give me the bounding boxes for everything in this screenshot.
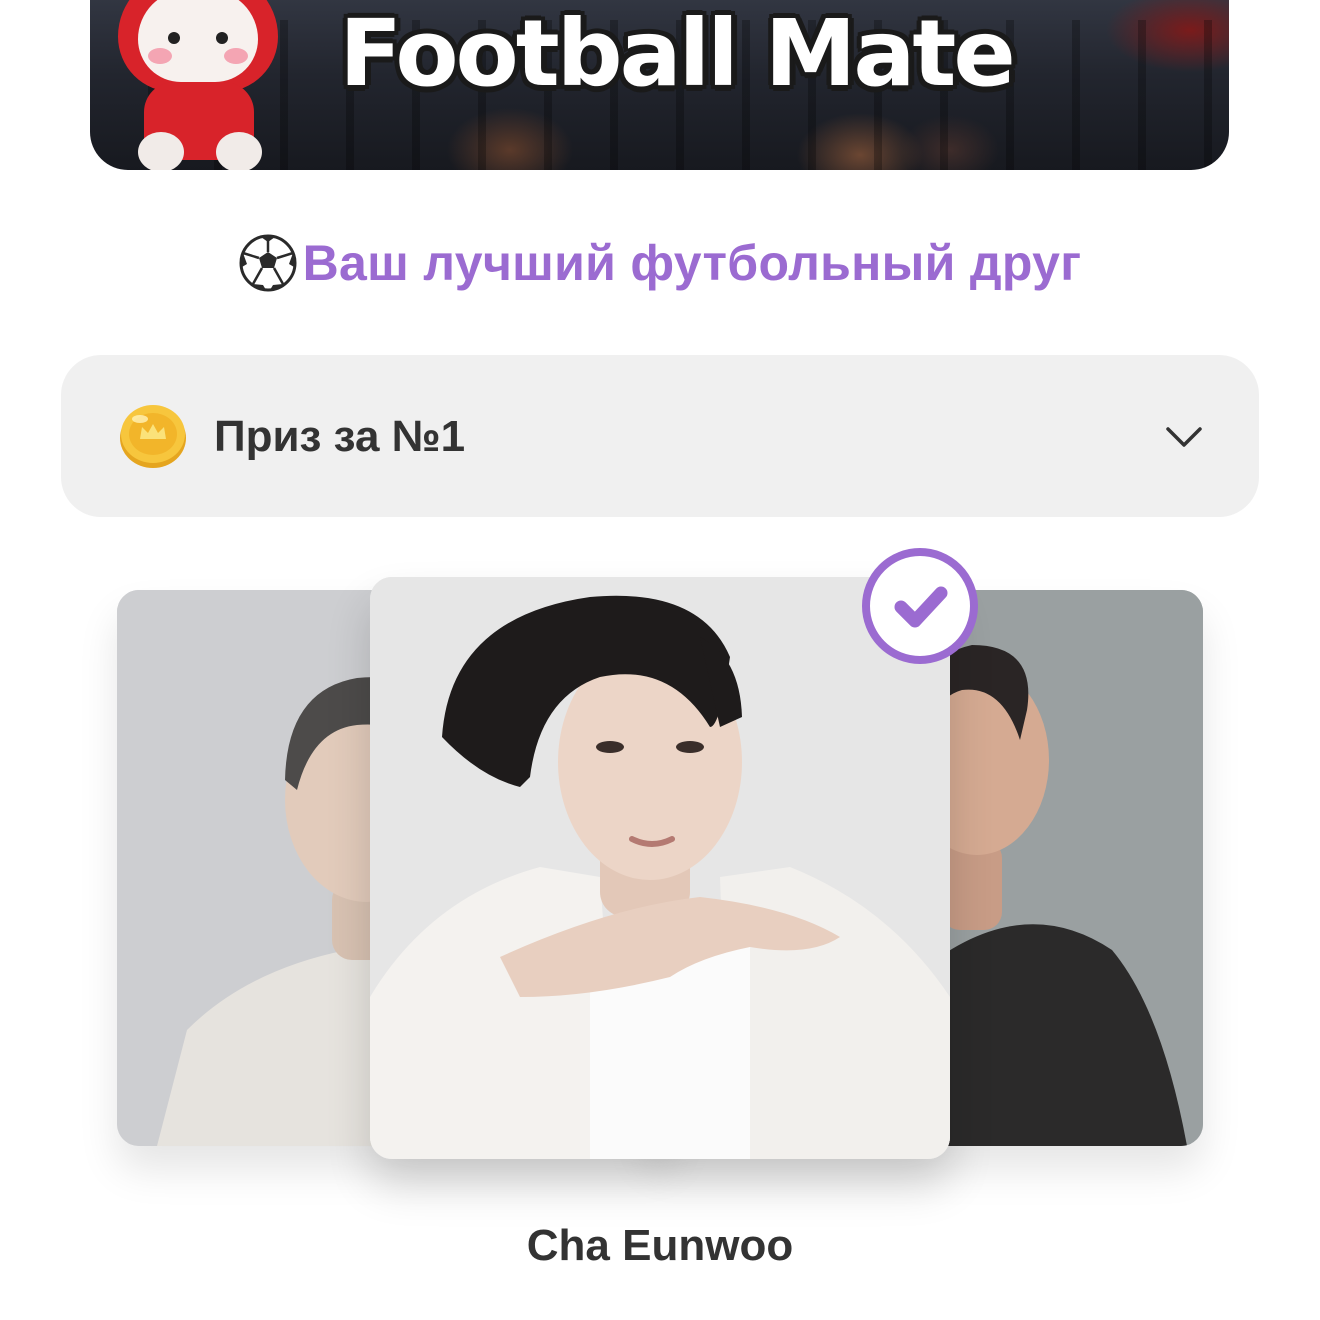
subtitle-text: Ваш лучший футбольный друг — [302, 235, 1082, 291]
selected-member-name: Cha Eunwoo — [526, 1221, 794, 1270]
banner-title: Football Mate — [339, 0, 1016, 107]
mascot-illustration — [108, 0, 293, 170]
member-carousel[interactable] — [0, 540, 1320, 1200]
soccer-ball-icon — [239, 234, 297, 292]
check-circle-icon — [861, 547, 979, 665]
gold-coin-icon — [118, 403, 188, 469]
prize-dropdown[interactable]: Приз за №1 — [61, 355, 1259, 517]
subtitle-row: Ваш лучший футбольный друг — [0, 228, 1320, 298]
chevron-down-icon — [1165, 419, 1203, 453]
football-mate-banner[interactable]: Football Mate — [90, 0, 1229, 170]
prize-label: Приз за №1 — [214, 412, 466, 461]
